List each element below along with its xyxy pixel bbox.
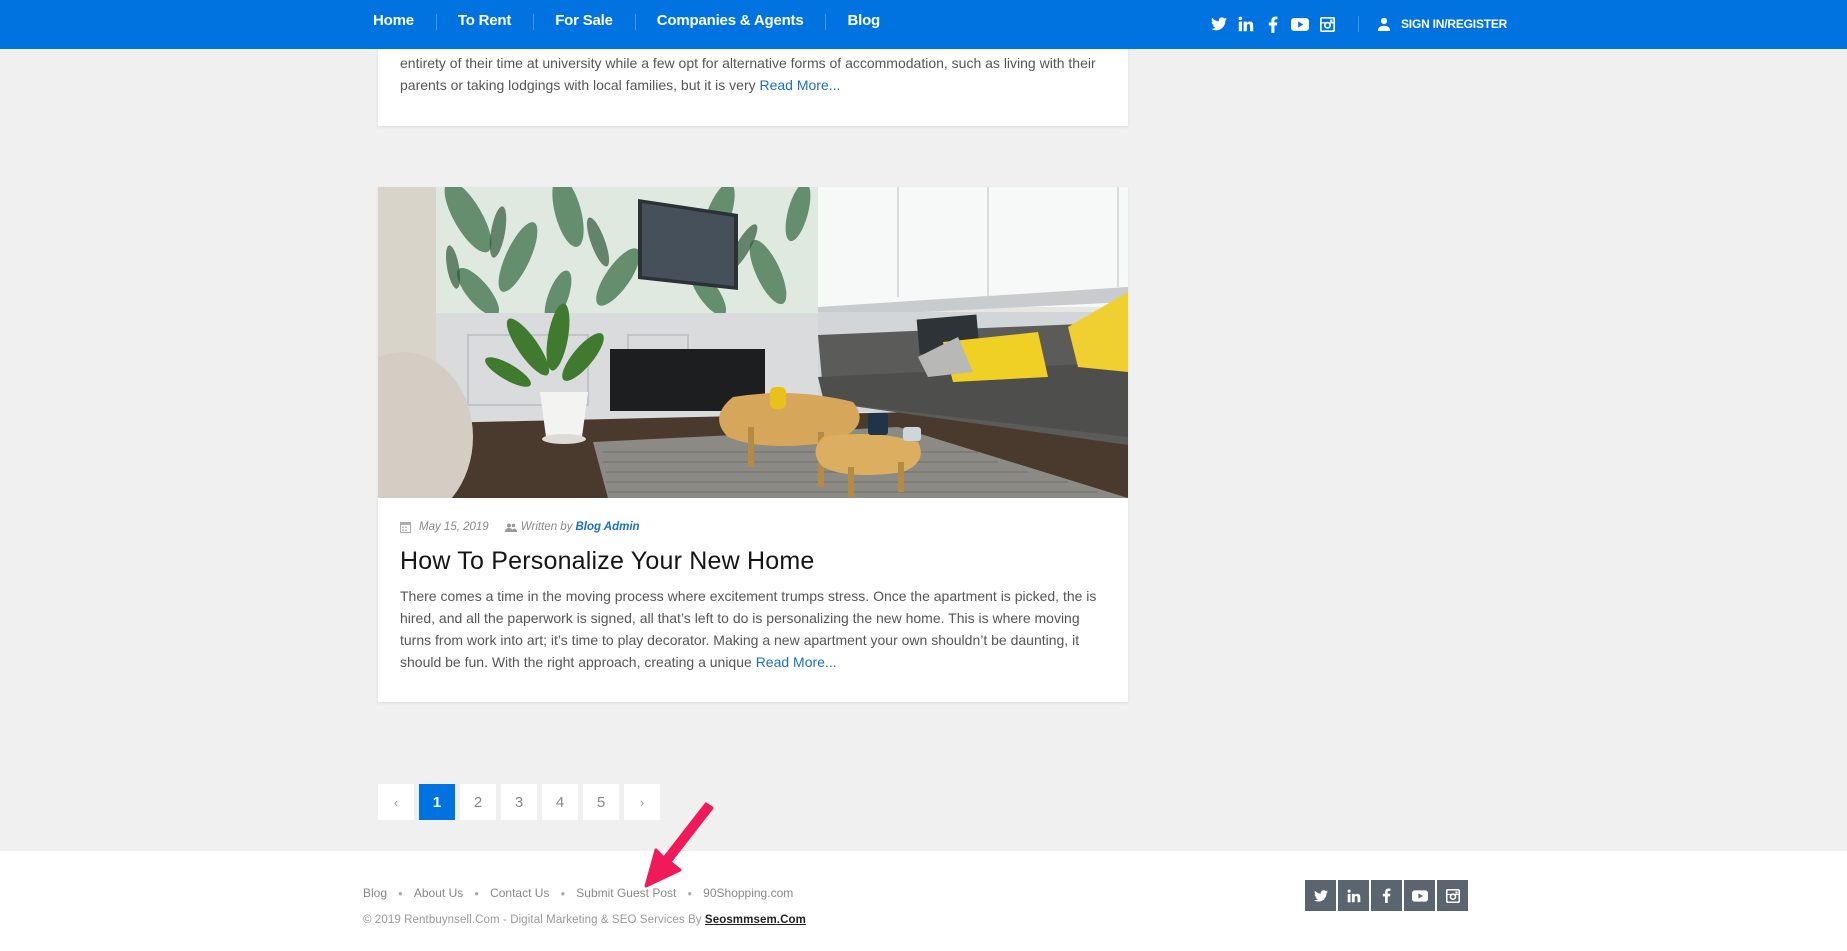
footer-link-about-us[interactable]: About Us bbox=[414, 886, 463, 900]
nav-home[interactable]: Home bbox=[351, 12, 436, 29]
footer-link-submit-guest-post[interactable]: Submit Guest Post bbox=[576, 886, 676, 900]
post-meta: May 15, 2019 Written by Blog Admin bbox=[400, 521, 640, 533]
instagram-icon bbox=[1445, 888, 1460, 903]
separator-dot: ● bbox=[398, 888, 403, 898]
users-icon bbox=[504, 523, 517, 532]
copyright: © 2019 Rentbuynsell.Com - Digital Market… bbox=[363, 914, 806, 926]
nav-divider bbox=[1358, 16, 1359, 32]
site-footer: Blog ● About Us ● Contact Us ● Submit Gu… bbox=[0, 851, 1847, 951]
post-excerpt: entirety of their time at university whi… bbox=[378, 52, 1128, 96]
calendar-icon bbox=[400, 522, 411, 533]
pagination: ‹ 1 2 3 4 5 › bbox=[378, 784, 660, 820]
post-featured-image[interactable] bbox=[378, 187, 1128, 498]
excerpt-line: parents or taking lodgings with local fa… bbox=[400, 77, 756, 93]
post-excerpt: There comes a time in the moving process… bbox=[378, 585, 1128, 673]
nav-for-sale[interactable]: For Sale bbox=[533, 12, 635, 30]
twitter-icon bbox=[1313, 889, 1328, 902]
nav-companies-agents[interactable]: Companies & Agents bbox=[634, 12, 826, 30]
separator-dot: ● bbox=[560, 888, 566, 898]
footer-links: Blog ● About Us ● Contact Us ● Submit Gu… bbox=[363, 886, 793, 900]
nav-right: SIGN IN/REGISTER bbox=[1210, 0, 1507, 48]
user-icon bbox=[1377, 17, 1391, 31]
linkedin-icon bbox=[1347, 889, 1360, 902]
read-more-link[interactable]: Read More... bbox=[760, 77, 841, 93]
footer-facebook-button[interactable] bbox=[1371, 880, 1402, 911]
linkedin-icon[interactable] bbox=[1237, 15, 1255, 33]
credit-link[interactable]: Seosmmsem.Com bbox=[705, 914, 806, 926]
pagination-next[interactable]: › bbox=[624, 784, 660, 820]
separator-dot: ● bbox=[474, 888, 480, 898]
copyright-text: © 2019 Rentbuynsell.Com - Digital Market… bbox=[363, 914, 702, 926]
main-menu: Home To Rent For Sale Companies & Agents… bbox=[351, 0, 902, 40]
sign-in-register-link[interactable]: SIGN IN/REGISTER bbox=[1377, 17, 1507, 31]
read-more-link[interactable]: Read More... bbox=[756, 654, 837, 670]
pagination-page-5[interactable]: 5 bbox=[583, 784, 619, 820]
facebook-icon[interactable] bbox=[1264, 15, 1282, 33]
pagination-page-1[interactable]: 1 bbox=[419, 784, 455, 820]
sign-in-register-label: SIGN IN/REGISTER bbox=[1401, 17, 1508, 31]
author-link[interactable]: Blog Admin bbox=[575, 521, 639, 533]
footer-link-contact-us[interactable]: Contact Us bbox=[490, 886, 549, 900]
separator-dot: ● bbox=[687, 888, 693, 898]
blog-post-card: May 15, 2019 Written by Blog Admin How T… bbox=[378, 187, 1128, 702]
nav-to-rent[interactable]: To Rent bbox=[435, 12, 533, 30]
footer-twitter-button[interactable] bbox=[1305, 880, 1336, 911]
youtube-icon[interactable] bbox=[1291, 15, 1309, 33]
post-title[interactable]: How To Personalize Your New Home bbox=[400, 547, 814, 576]
footer-linkedin-button[interactable] bbox=[1338, 880, 1369, 911]
footer-instagram-button[interactable] bbox=[1437, 880, 1468, 911]
facebook-icon bbox=[1382, 888, 1391, 903]
nav-blog[interactable]: Blog bbox=[825, 12, 902, 30]
youtube-icon bbox=[1411, 889, 1428, 902]
footer-social-links bbox=[1305, 880, 1468, 911]
instagram-icon[interactable] bbox=[1318, 15, 1336, 33]
written-by-label: Written by bbox=[520, 521, 573, 533]
footer-link-blog[interactable]: Blog bbox=[363, 886, 387, 900]
excerpt-text: There comes a time in the moving process… bbox=[400, 588, 1097, 670]
pagination-page-2[interactable]: 2 bbox=[460, 784, 496, 820]
footer-link-90shopping[interactable]: 90Shopping.com bbox=[703, 886, 793, 900]
post-date: May 15, 2019 bbox=[419, 521, 489, 533]
header-social-links bbox=[1210, 15, 1336, 33]
pagination-prev[interactable]: ‹ bbox=[378, 784, 414, 820]
excerpt-line: entirety of their time at university whi… bbox=[400, 55, 1096, 71]
pagination-page-3[interactable]: 3 bbox=[501, 784, 537, 820]
pagination-page-4[interactable]: 4 bbox=[542, 784, 578, 820]
footer-youtube-button[interactable] bbox=[1404, 880, 1435, 911]
top-navigation-bar: Home To Rent For Sale Companies & Agents… bbox=[0, 0, 1847, 49]
twitter-icon[interactable] bbox=[1210, 15, 1228, 33]
